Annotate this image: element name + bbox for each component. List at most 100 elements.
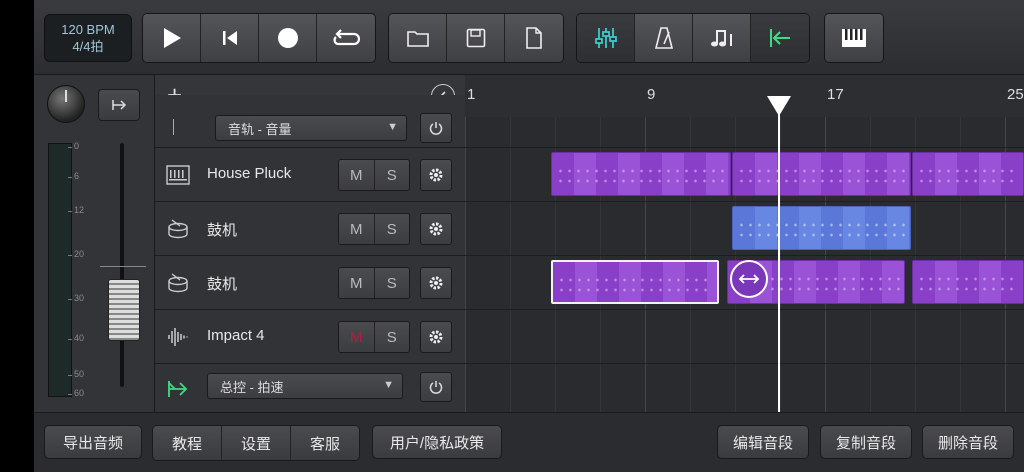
solo-button[interactable]: S bbox=[373, 322, 409, 352]
save-project-button[interactable] bbox=[447, 14, 505, 62]
loop-icon bbox=[333, 29, 360, 46]
track-row[interactable]: Impact 4 M S bbox=[155, 310, 465, 364]
track-list: 音轨 - 音量 ▼ House Pluck M S 鼓机 M S 鼓机 M S … bbox=[155, 95, 465, 412]
folder-icon bbox=[406, 31, 429, 47]
chevron-down-icon: ▼ bbox=[383, 379, 394, 391]
db-tick: 12 bbox=[67, 205, 85, 215]
top-toolbar: 120 BPM 4/4拍 bbox=[34, 0, 1024, 75]
resize-arrows-icon bbox=[738, 274, 760, 284]
master-row: 总控 - 拍速 ▼ bbox=[155, 364, 465, 412]
keyboard-icon bbox=[165, 162, 191, 188]
audio-clip[interactable] bbox=[551, 152, 731, 196]
record-icon bbox=[277, 28, 298, 48]
mute-solo-group: M S bbox=[338, 267, 410, 299]
mute-solo-group: M S bbox=[338, 159, 410, 191]
export-audio-button[interactable]: 导出音频 bbox=[44, 425, 142, 459]
track-settings-button[interactable] bbox=[420, 321, 452, 353]
file-group bbox=[388, 13, 564, 63]
solo-button[interactable]: S bbox=[373, 214, 409, 244]
solo-button[interactable]: S bbox=[373, 268, 409, 298]
channel-strip: 0 6 12 20 30 40 50 60 bbox=[34, 75, 155, 412]
metronome-icon bbox=[654, 27, 673, 49]
send-button[interactable] bbox=[98, 89, 140, 121]
ruler-mark: 9 bbox=[647, 86, 656, 103]
mute-button[interactable]: M bbox=[339, 160, 374, 190]
mixer-view-button[interactable] bbox=[577, 14, 635, 62]
audio-clip[interactable] bbox=[912, 260, 1024, 304]
track-settings-button[interactable] bbox=[420, 267, 452, 299]
mixer-icon bbox=[594, 28, 617, 48]
master-automation-dropdown[interactable]: 总控 - 拍速 ▼ bbox=[207, 373, 403, 399]
db-tick: 40 bbox=[67, 333, 85, 343]
mute-button[interactable]: M bbox=[339, 214, 374, 244]
track-row-partial: 音轨 - 音量 ▼ bbox=[155, 95, 465, 148]
mute-button[interactable]: M bbox=[339, 268, 374, 298]
clip-resize-handle[interactable] bbox=[730, 260, 768, 298]
automation-icon bbox=[173, 119, 184, 135]
copy-clip-button[interactable]: 复制音段 bbox=[820, 425, 912, 459]
solo-button[interactable]: S bbox=[373, 160, 409, 190]
dropdown-value: 总控 - 拍速 bbox=[220, 379, 284, 395]
track-name: 鼓机 bbox=[207, 222, 238, 239]
metronome-button[interactable] bbox=[635, 14, 693, 62]
waveform-icon bbox=[165, 324, 191, 350]
volume-fader[interactable] bbox=[108, 279, 140, 341]
piano-group bbox=[824, 13, 884, 63]
arrangement-grid[interactable] bbox=[465, 117, 1024, 412]
audio-clip[interactable] bbox=[732, 206, 911, 250]
daw-app: 120 BPM 4/4拍 0 6 12 20 30 40 50 60 音轨 - … bbox=[34, 0, 1024, 472]
privacy-policy-button[interactable]: 用户/隐私政策 bbox=[372, 425, 502, 459]
record-button[interactable] bbox=[259, 14, 317, 62]
tempo-display[interactable]: 120 BPM 4/4拍 bbox=[44, 14, 132, 62]
gear-icon bbox=[429, 168, 443, 182]
time-signature: 4/4拍 bbox=[72, 39, 104, 54]
delete-clip-button[interactable]: 删除音段 bbox=[922, 425, 1014, 459]
pan-knob[interactable] bbox=[47, 85, 85, 123]
settings-button[interactable]: 设置 bbox=[221, 426, 290, 460]
support-button[interactable]: 客服 bbox=[290, 426, 359, 460]
selected-audio-clip[interactable] bbox=[551, 260, 719, 304]
playhead-line bbox=[778, 96, 780, 412]
tutorial-button[interactable]: 教程 bbox=[153, 426, 221, 460]
new-file-icon bbox=[526, 27, 542, 49]
send-arrow-icon bbox=[112, 100, 127, 110]
audio-clip[interactable] bbox=[732, 152, 911, 196]
master-power-button[interactable] bbox=[420, 372, 452, 402]
notes-button[interactable] bbox=[693, 14, 751, 62]
track-settings-button[interactable] bbox=[420, 159, 452, 191]
bottom-bar: 导出音频 教程 设置 客服 用户/隐私政策 编辑音段 复制音段 删除音段 bbox=[34, 412, 1024, 472]
ruler-mark: 1 bbox=[467, 86, 476, 103]
gear-icon bbox=[429, 222, 443, 236]
bpm-value: 120 BPM bbox=[61, 22, 115, 37]
track-row[interactable]: 鼓机 M S bbox=[155, 256, 465, 310]
timeline-ruler[interactable]: 1 9 17 25 bbox=[465, 75, 1024, 118]
power-icon bbox=[429, 122, 443, 135]
track-row[interactable]: 鼓机 M S bbox=[155, 202, 465, 256]
save-icon bbox=[466, 28, 485, 48]
piano-roll-button[interactable] bbox=[825, 14, 883, 62]
mute-button-active[interactable]: M bbox=[339, 322, 374, 352]
open-project-button[interactable] bbox=[389, 14, 447, 62]
chevron-down-icon: ▼ bbox=[387, 121, 398, 133]
drum-icon bbox=[165, 270, 191, 296]
play-icon bbox=[163, 28, 181, 48]
track-name: 鼓机 bbox=[207, 276, 238, 293]
edit-clip-button[interactable]: 编辑音段 bbox=[717, 425, 809, 459]
play-button[interactable] bbox=[143, 14, 201, 62]
dropdown-value: 音轨 - 音量 bbox=[228, 121, 292, 137]
audio-clip[interactable] bbox=[912, 152, 1024, 196]
level-meter bbox=[48, 143, 72, 397]
track-row[interactable]: House Pluck M S bbox=[155, 148, 465, 202]
snap-left-button[interactable] bbox=[751, 14, 809, 62]
drum-icon bbox=[165, 216, 191, 242]
view-group bbox=[576, 13, 810, 63]
loop-button[interactable] bbox=[317, 14, 375, 62]
power-icon bbox=[429, 381, 443, 394]
track-settings-button[interactable] bbox=[420, 213, 452, 245]
mute-solo-group: M S bbox=[338, 213, 410, 245]
automation-dropdown[interactable]: 音轨 - 音量 ▼ bbox=[215, 115, 407, 141]
new-project-button[interactable] bbox=[505, 14, 563, 62]
db-tick: 50 bbox=[67, 369, 85, 379]
automation-power-button[interactable] bbox=[420, 113, 452, 143]
skip-back-button[interactable] bbox=[201, 14, 259, 62]
